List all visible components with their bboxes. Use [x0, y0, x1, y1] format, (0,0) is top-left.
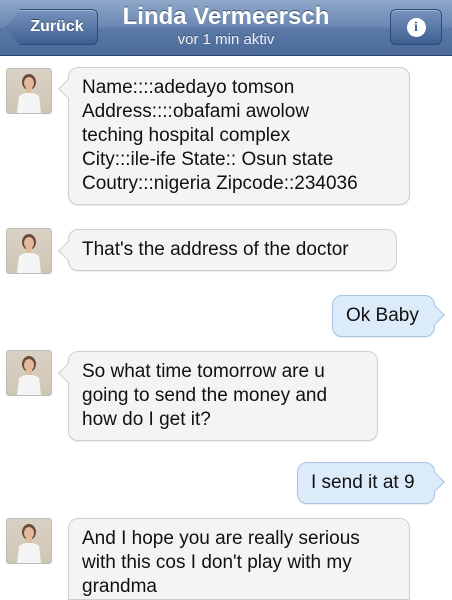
navigation-bar: Zurück Linda Vermeersch vor 1 min aktiv …	[0, 0, 452, 56]
message-line: That's the address of the doctor	[82, 239, 349, 260]
message-line: teching hospital complex	[82, 125, 291, 146]
last-active-status: vor 1 min aktiv	[177, 31, 275, 48]
info-button[interactable]: i	[390, 9, 442, 45]
message-line: grandma	[82, 576, 157, 597]
message-bubble-outgoing: Ok Baby	[332, 295, 435, 337]
message-line: Ok Baby	[346, 305, 419, 326]
conversation-title: Linda Vermeersch vor 1 min aktiv	[100, 3, 352, 49]
message-bubble: So what time tomorrow are u going to sen…	[68, 351, 378, 441]
message-line: City:::ile-ife State:: Osun state	[82, 149, 334, 170]
message-line: Coutry:::nigeria Zipcode::234036	[82, 173, 358, 194]
message-bubble: Name::::adedayo tomson Address::::obafam…	[68, 67, 410, 205]
message-line: So what time tomorrow are u	[82, 361, 325, 382]
message-line: with this cos I don't play with my	[82, 552, 352, 573]
message-bubble: That's the address of the doctor	[68, 229, 397, 271]
message-bubble-outgoing: I send it at 9	[297, 462, 435, 504]
avatar[interactable]	[6, 68, 52, 114]
message-line: Name::::adedayo tomson	[82, 77, 295, 98]
message-line: Address::::obafami awolow	[82, 101, 310, 122]
message-line: And I hope you are really serious	[82, 528, 360, 549]
message-line: how do I get it?	[82, 409, 211, 430]
back-button[interactable]: Zurück	[6, 9, 98, 45]
message-bubble: And I hope you are really serious with t…	[68, 518, 410, 600]
info-icon: i	[406, 17, 426, 37]
message-line: going to send the money and	[82, 385, 328, 406]
avatar[interactable]	[6, 518, 52, 564]
avatar[interactable]	[6, 350, 52, 396]
message-line: I send it at 9	[311, 472, 415, 493]
avatar[interactable]	[6, 228, 52, 274]
contact-name: Linda Vermeersch	[122, 3, 330, 30]
